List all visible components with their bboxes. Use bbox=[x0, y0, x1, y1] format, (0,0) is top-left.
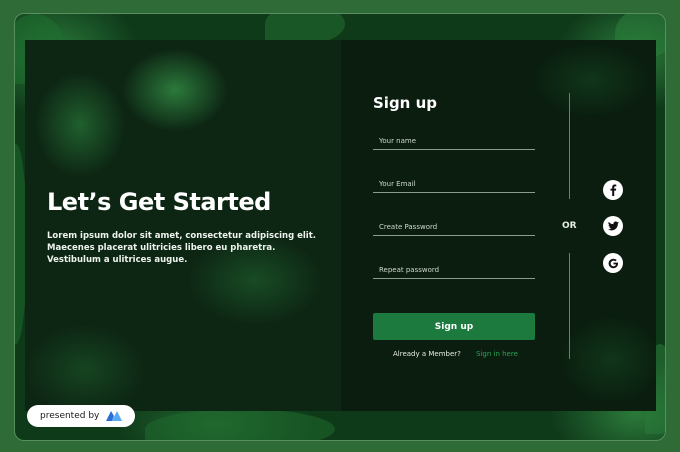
badge-text: presented by bbox=[40, 411, 100, 421]
member-prompt: Already a Member? bbox=[393, 350, 461, 358]
signup-button[interactable]: Sign up bbox=[373, 313, 535, 340]
brand-logo-icon bbox=[106, 411, 123, 421]
facebook-icon bbox=[610, 184, 617, 196]
page-title: Let’s Get Started bbox=[47, 188, 271, 216]
name-field[interactable] bbox=[373, 132, 535, 150]
or-divider: OR bbox=[562, 221, 577, 231]
presented-by-badge[interactable]: presented by bbox=[27, 405, 135, 427]
twitter-icon bbox=[607, 221, 619, 231]
form-title: Sign up bbox=[373, 94, 437, 112]
signin-link[interactable]: Sign in here bbox=[476, 350, 518, 358]
divider-line-top bbox=[569, 93, 570, 199]
google-button[interactable] bbox=[603, 253, 623, 273]
divider-line-bottom bbox=[569, 253, 570, 359]
facebook-button[interactable] bbox=[603, 180, 623, 200]
twitter-button[interactable] bbox=[603, 216, 623, 236]
repeat-password-field[interactable] bbox=[373, 261, 535, 279]
leaf-decoration bbox=[145, 409, 335, 440]
email-field[interactable] bbox=[373, 175, 535, 193]
hero-panel bbox=[25, 40, 341, 411]
create-password-field[interactable] bbox=[373, 218, 535, 236]
hero-description: Lorem ipsum dolor sit amet, consectetur … bbox=[47, 231, 316, 265]
google-icon bbox=[608, 258, 618, 268]
